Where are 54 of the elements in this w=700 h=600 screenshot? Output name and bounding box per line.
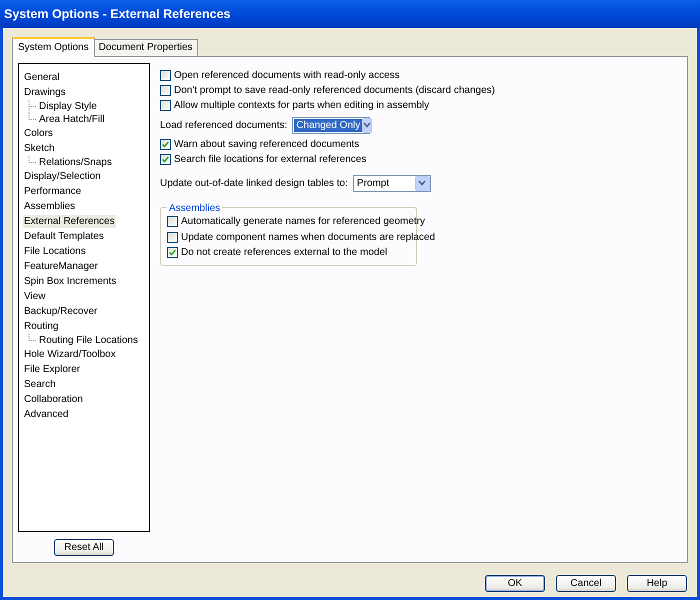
tree-item[interactable]: External References	[23, 215, 116, 228]
tree-item[interactable]: General	[23, 71, 61, 84]
checkbox-label: Automatically generate names for referenced geometry	[181, 215, 426, 230]
chevron-down-icon	[363, 122, 372, 128]
dropdown-label: Load referenced documents:	[160, 118, 288, 132]
tree-item[interactable]: Default Templates	[23, 230, 105, 243]
checkbox[interactable]	[160, 70, 171, 81]
tree-item[interactable]: File Locations	[23, 245, 87, 258]
dialog-button[interactable]: Help	[627, 575, 687, 592]
tree-item[interactable]: View	[23, 290, 46, 303]
tree-item[interactable]: Performance	[23, 185, 82, 198]
reset-all-button[interactable]: Reset All	[54, 539, 114, 556]
checkbox-label: Warn about saving referenced documents	[174, 138, 360, 152]
tab[interactable]: Document Properties	[94, 39, 198, 56]
tree-item[interactable]: Advanced	[23, 408, 70, 421]
tree-item[interactable]: Collaboration	[23, 393, 84, 406]
checkbox-label: Allow multiple contexts for parts when editing in assembly	[174, 99, 430, 113]
tree-item[interactable]: Assemblies	[23, 200, 76, 213]
checkbox[interactable]	[167, 247, 178, 258]
tree-item[interactable]: Routing	[23, 320, 60, 333]
checkbox[interactable]	[160, 139, 171, 150]
tab[interactable]: System Options	[12, 37, 95, 57]
checkbox-label: Search file locations for external references	[174, 153, 366, 167]
tree-item[interactable]: Routing File Locations	[38, 334, 139, 347]
tree-item[interactable]: Drawings	[23, 86, 67, 99]
tree-item[interactable]: Display Style	[38, 100, 98, 113]
checkbox-label: Update component names when documents are replaced	[181, 230, 436, 245]
checkbox[interactable]	[167, 232, 178, 243]
tree-item[interactable]: Search	[23, 378, 57, 391]
dropdown-label: Update out-of-date linked design tables to:	[160, 176, 348, 190]
tree-item[interactable]: FeatureManager	[23, 260, 99, 273]
tree-item[interactable]: Area Hatch/Fill	[38, 113, 106, 126]
tree-item[interactable]: Sketch	[23, 142, 56, 155]
tree-item[interactable]: Spin Box Increments	[23, 275, 118, 288]
checkbox[interactable]	[160, 85, 171, 96]
dropdown[interactable]: Changed Only	[292, 116, 370, 134]
chevron-down-icon	[418, 180, 426, 186]
tree-item[interactable]: Relations/Snaps	[38, 156, 113, 169]
checkbox-label: Don't prompt to save read-only referenced documents (discard changes)	[174, 84, 495, 98]
tree-item[interactable]: Hole Wizard/Toolbox	[23, 348, 117, 361]
checkbox-label: Do not create references external to the model	[181, 246, 388, 260]
tree-item[interactable]: Display/Selection	[23, 170, 102, 183]
dialog-button[interactable]: Cancel	[556, 575, 616, 592]
tree-line-icon	[28, 100, 38, 113]
tree-item[interactable]: File Explorer	[23, 363, 82, 376]
dropdown[interactable]: Prompt	[352, 174, 431, 192]
dialog-button[interactable]: OK	[485, 575, 545, 592]
tree-item[interactable]: Colors	[23, 127, 54, 140]
window-title: System Options - External References	[4, 6, 230, 23]
checkbox[interactable]	[167, 216, 178, 228]
checkbox-label: Open referenced documents with read-only access	[174, 69, 400, 83]
checkbox[interactable]	[160, 100, 171, 111]
checkbox[interactable]	[160, 154, 171, 165]
tree-item[interactable]: Backup/Recover	[23, 305, 98, 318]
